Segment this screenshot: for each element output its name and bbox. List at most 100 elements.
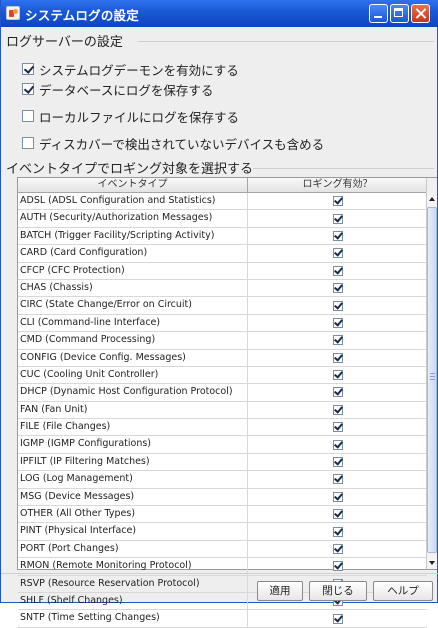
section-divider: [138, 41, 434, 42]
close-window-button[interactable]: [411, 4, 430, 23]
event-type-cell: LOG (Log Management): [18, 471, 248, 488]
logging-enabled-cell: [248, 332, 427, 348]
logging-enabled-checkbox[interactable]: [332, 404, 343, 415]
vertical-scrollbar[interactable]: [426, 178, 437, 569]
event-type-cell: FILE (File Changes): [18, 419, 248, 436]
logging-enabled-checkbox[interactable]: [332, 196, 343, 207]
column-header-event-type[interactable]: イベントタイプ: [18, 178, 248, 192]
table-row[interactable]: IPFILT (IP Filtering Matches): [18, 453, 427, 472]
logging-enabled-checkbox[interactable]: [332, 509, 343, 520]
apply-button[interactable]: 適用: [257, 581, 303, 601]
logging-enabled-checkbox[interactable]: [332, 457, 343, 468]
event-type-cell: AUTH (Security/Authorization Messages): [18, 210, 248, 227]
scroll-thumb[interactable]: [427, 207, 437, 553]
close-button[interactable]: 閉じる: [309, 581, 367, 601]
checkbox[interactable]: [22, 110, 34, 122]
option-include-undiscovered-devices[interactable]: ディスカバーで検出されていないデバイスも含める: [22, 134, 324, 152]
logging-enabled-cell: [248, 245, 427, 261]
logging-enabled-cell: [248, 228, 427, 244]
checkbox[interactable]: [22, 83, 34, 95]
table-row[interactable]: OTHER (All Other Types): [18, 506, 427, 524]
logging-enabled-checkbox[interactable]: [332, 335, 343, 346]
table-row[interactable]: CONFIG (Device Config. Messages): [18, 349, 427, 367]
event-type-cell: PORT (Port Changes): [18, 540, 248, 558]
app-icon: [6, 6, 20, 20]
option-save-log-to-local-file[interactable]: ローカルファイルにログを保存する: [22, 107, 239, 125]
table-row[interactable]: MSG (Device Messages): [18, 488, 427, 507]
table-header: イベントタイプ ロギング有効？: [18, 178, 427, 193]
logging-enabled-checkbox[interactable]: [332, 370, 343, 381]
logging-enabled-checkbox[interactable]: [332, 265, 343, 276]
logging-enabled-cell: [248, 489, 427, 505]
checkbox[interactable]: [22, 137, 34, 149]
logging-enabled-checkbox[interactable]: [332, 248, 343, 259]
logging-enabled-checkbox[interactable]: [332, 213, 343, 224]
event-type-cell: FAN (Fan Unit): [18, 401, 248, 419]
logging-enabled-cell: [248, 506, 427, 522]
logging-enabled-cell: [248, 384, 427, 400]
logging-enabled-cell: [248, 454, 427, 470]
event-section-title: イベントタイプでロギング対象を選択する: [6, 162, 254, 177]
event-type-cell: PINT (Physical Interface): [18, 523, 248, 540]
event-type-cell: CFCP (CFC Protection): [18, 262, 248, 279]
maximize-button[interactable]: [390, 4, 409, 23]
table-row[interactable]: AUTH (Security/Authorization Messages): [18, 210, 427, 228]
event-type-cell: CMD (Command Processing): [18, 332, 248, 349]
option-enable-syslog-daemon[interactable]: システムログデーモンを有効にする: [22, 60, 239, 78]
event-type-cell: RSVP (Resource Reservation Protocol): [18, 575, 248, 592]
event-type-table: イベントタイプ ロギング有効？ ADSL (ADSL Configuration…: [17, 177, 437, 628]
table-row[interactable]: BATCH (Trigger Facility/Scripting Activi…: [18, 227, 427, 246]
table-row[interactable]: FAN (Fan Unit): [18, 401, 427, 420]
table-row[interactable]: CARD (Card Configuration): [18, 245, 427, 263]
option-save-log-to-database[interactable]: データベースにログを保存する: [22, 80, 213, 98]
checkbox[interactable]: [22, 63, 34, 75]
event-type-cell: CLI (Command-line Interface): [18, 314, 248, 332]
logging-enabled-checkbox[interactable]: [332, 422, 343, 433]
table-row[interactable]: CFCP (CFC Protection): [18, 262, 427, 280]
logging-enabled-checkbox[interactable]: [332, 300, 343, 311]
table-row[interactable]: CUC (Cooling Unit Controller): [18, 366, 427, 385]
column-header-logging-enabled[interactable]: ロギング有効？: [248, 178, 427, 192]
table-row[interactable]: PORT (Port Changes): [18, 540, 427, 559]
table-row[interactable]: CIRC (State Change/Error on Circuit): [18, 297, 427, 315]
table-row[interactable]: IGMP (IGMP Configurations): [18, 436, 427, 454]
logging-enabled-cell: [248, 367, 427, 383]
logging-enabled-checkbox[interactable]: [332, 352, 343, 363]
logging-enabled-checkbox[interactable]: [332, 439, 343, 450]
system-log-settings-dialog: システムログの設定 ログサーバーの設定 システムログデーモンを有効にする データ…: [0, 0, 438, 628]
table-row[interactable]: FILE (File Changes): [18, 419, 427, 437]
logging-enabled-checkbox[interactable]: [332, 526, 343, 537]
event-type-cell: BATCH (Trigger Facility/Scripting Activi…: [18, 227, 248, 245]
table-row[interactable]: CLI (Command-line Interface): [18, 314, 427, 333]
event-type-cell: CIRC (State Change/Error on Circuit): [18, 297, 248, 314]
table-row[interactable]: ADSL (ADSL Configuration and Statistics): [18, 193, 427, 211]
help-button[interactable]: ヘルプ: [373, 581, 433, 601]
log-server-section-title: ログサーバーの設定: [6, 35, 123, 50]
scroll-down-arrow-icon[interactable]: [427, 556, 437, 569]
logging-enabled-checkbox[interactable]: [332, 474, 343, 485]
table-row[interactable]: CHAS (Chassis): [18, 279, 427, 298]
logging-enabled-checkbox[interactable]: [332, 230, 343, 241]
event-type-cell: CONFIG (Device Config. Messages): [18, 349, 248, 366]
table-row[interactable]: SNTP (Time Setting Changes): [18, 610, 427, 628]
table-row[interactable]: CMD (Command Processing): [18, 332, 427, 350]
event-type-cell: CARD (Card Configuration): [18, 245, 248, 262]
title-bar[interactable]: システムログの設定: [1, 0, 438, 27]
logging-enabled-checkbox[interactable]: [332, 613, 343, 624]
logging-enabled-checkbox[interactable]: [332, 317, 343, 328]
scroll-up-arrow-icon[interactable]: [427, 193, 437, 206]
event-type-cell: SHLF (Shelf Changes): [18, 592, 248, 610]
footer-divider: [1, 573, 438, 574]
minimize-button[interactable]: [369, 4, 388, 23]
logging-enabled-checkbox[interactable]: [332, 283, 343, 294]
window-title: システムログの設定: [25, 8, 139, 23]
logging-enabled-checkbox[interactable]: [332, 544, 343, 554]
logging-enabled-checkbox[interactable]: [332, 491, 343, 502]
logging-enabled-checkbox[interactable]: [332, 387, 343, 398]
logging-enabled-cell: [248, 210, 427, 226]
logging-enabled-checkbox[interactable]: [332, 561, 343, 572]
table-row[interactable]: PINT (Physical Interface): [18, 523, 427, 541]
table-row[interactable]: LOG (Log Management): [18, 471, 427, 489]
table-row[interactable]: DHCP (Dynamic Host Configuration Protoco…: [18, 384, 427, 402]
event-type-cell: CHAS (Chassis): [18, 279, 248, 297]
